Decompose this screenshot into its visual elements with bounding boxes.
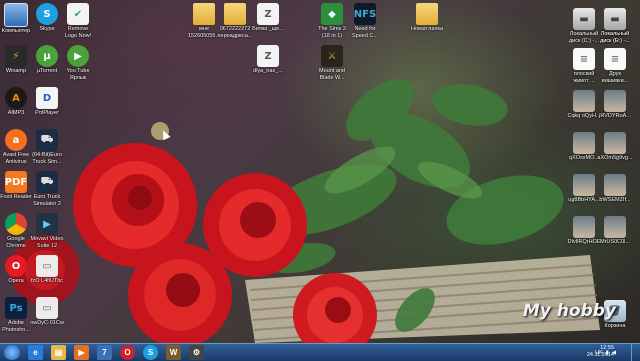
clock[interactable]: 12:55 24.11.2014 [587, 345, 614, 359]
potplayer-icon: D [36, 87, 58, 109]
desktop-icon[interactable]: ▭ fzO L4fiUThc [25, 255, 69, 285]
desktop-icon[interactable]: bWSEMZIf... [593, 174, 637, 204]
desktop-icon-label: Euro Truck Simulator 2 [33, 194, 61, 207]
desktop-icon[interactable]: Z Битва _ще... [246, 3, 290, 33]
skype-icon: S [36, 3, 58, 25]
desktop-icon[interactable]: ▭ nwDyC-01Cw [25, 297, 69, 327]
foxit-reader-icon: PDF [5, 171, 27, 193]
utorrent-icon: µ [36, 45, 58, 67]
photo-icon [573, 174, 595, 196]
photo-icon [604, 132, 626, 154]
desktop-icon-label: fzO L4fiUThc [30, 278, 64, 284]
desktop-icon[interactable]: Zdlya_nas_... [246, 45, 290, 75]
desktop[interactable]: Компьютер ⚡ Winamp A AIMP3 a Avast Free Antivi… [0, 0, 640, 343]
movavi-icon: ▶ [36, 213, 58, 235]
desktop-icon-label: Need for Speed C... [352, 26, 378, 39]
archive-icon: Z [257, 3, 279, 25]
taskbar-app-icon[interactable]: ⚙ [189, 345, 204, 360]
desktop-icon[interactable]: MrUS0C0l... [593, 216, 637, 246]
aimp-icon: A [5, 87, 27, 109]
photo-icon [604, 216, 626, 238]
desktop-icon-label: Remove Logo Now! [64, 26, 92, 39]
desktop-icon-label: dlya_nas_... [253, 68, 283, 74]
clock-time: 12:55 [600, 345, 614, 351]
euro-truck-64-icon: ⛟ [36, 129, 58, 151]
taskbar-ie-icon[interactable]: e [28, 345, 43, 360]
desktop-icon[interactable]: ▬ Локальный диск (E:) -... [593, 8, 637, 44]
show-desktop-button[interactable] [631, 344, 640, 361]
document-icon: ≡ [573, 48, 595, 70]
folder-icon [224, 3, 246, 25]
nfs-icon: NFS [354, 3, 376, 25]
youtube-shortcut-icon: ▶ [67, 45, 89, 67]
desktop-icon-label: bWSEMZIf... [599, 197, 631, 203]
taskbar-file-explorer-icon[interactable]: ▤ [51, 345, 66, 360]
photo-icon [573, 132, 595, 154]
desktop-icon-label: Друк вишивки... [601, 71, 629, 84]
desktop-icon[interactable]: ▶ You Tube Ярлык [56, 45, 100, 81]
mount-blade-icon: ⚔ [321, 45, 343, 67]
avast-icon: a [5, 129, 27, 151]
photo-icon [604, 174, 626, 196]
watermark-text: My hobby [522, 301, 616, 321]
archive-icon: Z [257, 45, 279, 67]
folder-icon [193, 3, 215, 25]
remove-logo-icon: ✔ [67, 3, 89, 25]
desktop-icon[interactable]: ⛟ (64-Bit)Euro Truck Sim... [25, 129, 69, 165]
desktop-icon[interactable]: ≡ Друк вишивки... [593, 48, 637, 84]
image-file-icon: ▭ [36, 297, 58, 319]
taskbar-windows-7-icon[interactable]: 7 [97, 345, 112, 360]
desktop-icon[interactable]: aXOm5g9vg... [593, 132, 637, 162]
desktop-icon[interactable]: ✔ Remove Logo Now! [56, 3, 100, 39]
image-file-icon: ▭ [36, 255, 58, 277]
photoshop-icon: Ps [5, 297, 27, 319]
euro-truck-icon: ⛟ [36, 171, 58, 193]
desktop-icon-label: Новая папка [410, 26, 444, 32]
taskbar: e ▤ ▶ 7 O S W ⚙ UK ▮ ◀ 12:55 24.11.2014 [0, 343, 640, 361]
opera-icon: O [5, 255, 27, 277]
desktop-icon-label: You Tube Ярлык [66, 68, 90, 81]
folder-icon [416, 3, 438, 25]
desktop-icon-label: MrUS0C0l... [600, 239, 630, 245]
photo-icon [604, 90, 626, 112]
desktop-icon-label: (64-Bit)Euro Truck Sim... [32, 152, 62, 165]
drive-icon: ▬ [573, 8, 595, 30]
desktop-icon-label: aXOm5g9vg... [597, 155, 633, 161]
desktop-icon[interactable]: ⛟ Euro Truck Simulator 2 [25, 171, 69, 207]
taskbar-media-player-icon[interactable]: ▶ [74, 345, 89, 360]
desktop-icon-label: Movavi Video Suite 12 [30, 236, 64, 249]
desktop-icon-label: Mount and Blade W... [319, 68, 345, 81]
taskbar-game-icon[interactable]: W [166, 345, 181, 360]
desktop-icon[interactable]: ▶ Movavi Video Suite 12 [25, 213, 69, 249]
desktop-icon-label: nwDyC-01Cw [30, 320, 64, 326]
desktop-icon-label: Корзина [604, 323, 626, 329]
winamp-icon: ⚡ [5, 45, 27, 67]
document-icon: ≡ [604, 48, 626, 70]
desktop-icon[interactable]: D PotPlayer [25, 87, 69, 117]
desktop-icon[interactable]: Новая папка [405, 3, 449, 33]
start-button[interactable] [4, 345, 20, 360]
desktop-icon[interactable]: ⚔ Mount and Blade W... [310, 45, 354, 81]
taskbar-opera-icon[interactable]: O [120, 345, 135, 360]
drive-icon: ▬ [604, 8, 626, 30]
photo-icon [573, 90, 595, 112]
desktop-icon-label: PotPlayer [35, 110, 59, 116]
desktop-icon-label: jRVDYRuA... [599, 113, 631, 119]
desktop-icon-label: Локальный диск (E:) -... [600, 31, 630, 44]
taskbar-skype-icon[interactable]: S [143, 345, 158, 360]
sims-icon: ◆ [321, 3, 343, 25]
desktop-icon-label: Битва _ще... [252, 26, 284, 32]
clock-date: 24.11.2014 [586, 352, 614, 358]
photo-icon [573, 216, 595, 238]
chrome-icon [5, 213, 27, 235]
desktop-icon[interactable]: jRVDYRuA... [593, 90, 637, 120]
desktop-icon[interactable]: NFS Need for Speed C... [343, 3, 387, 39]
